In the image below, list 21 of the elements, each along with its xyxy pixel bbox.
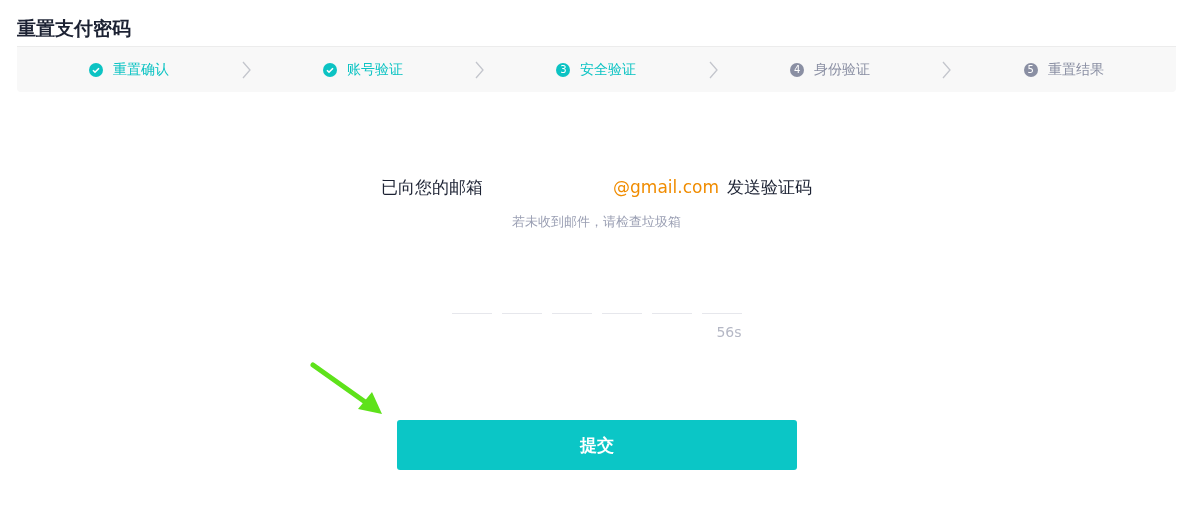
chevron-icon <box>942 60 952 79</box>
step-number: 5 <box>1023 62 1038 77</box>
submit-button[interactable]: 提交 <box>396 420 797 470</box>
step-label: 账号验证 <box>346 60 403 79</box>
step-label: 重置结果 <box>1047 60 1104 79</box>
check-icon <box>89 62 104 77</box>
message-text: 发送验证码 <box>726 176 812 199</box>
step-label: 重置确认 <box>113 60 170 79</box>
hint-text: 若未收到邮件，请检查垃圾箱 <box>512 213 681 231</box>
countdown-text: 56s <box>716 324 742 340</box>
email-address: @gmail.com <box>613 177 719 197</box>
page-title: 重置支付密码 <box>17 16 132 41</box>
step-number: 3 <box>556 62 571 77</box>
message-text: 已向您的邮箱 <box>381 176 484 199</box>
chevron-icon <box>475 60 485 79</box>
chevron-icon <box>241 60 251 79</box>
step-number: 4 <box>790 62 805 77</box>
check-icon <box>322 62 337 77</box>
chevron-icon <box>708 60 718 79</box>
step-label: 身份验证 <box>814 60 871 79</box>
step-label: 安全验证 <box>580 60 637 79</box>
